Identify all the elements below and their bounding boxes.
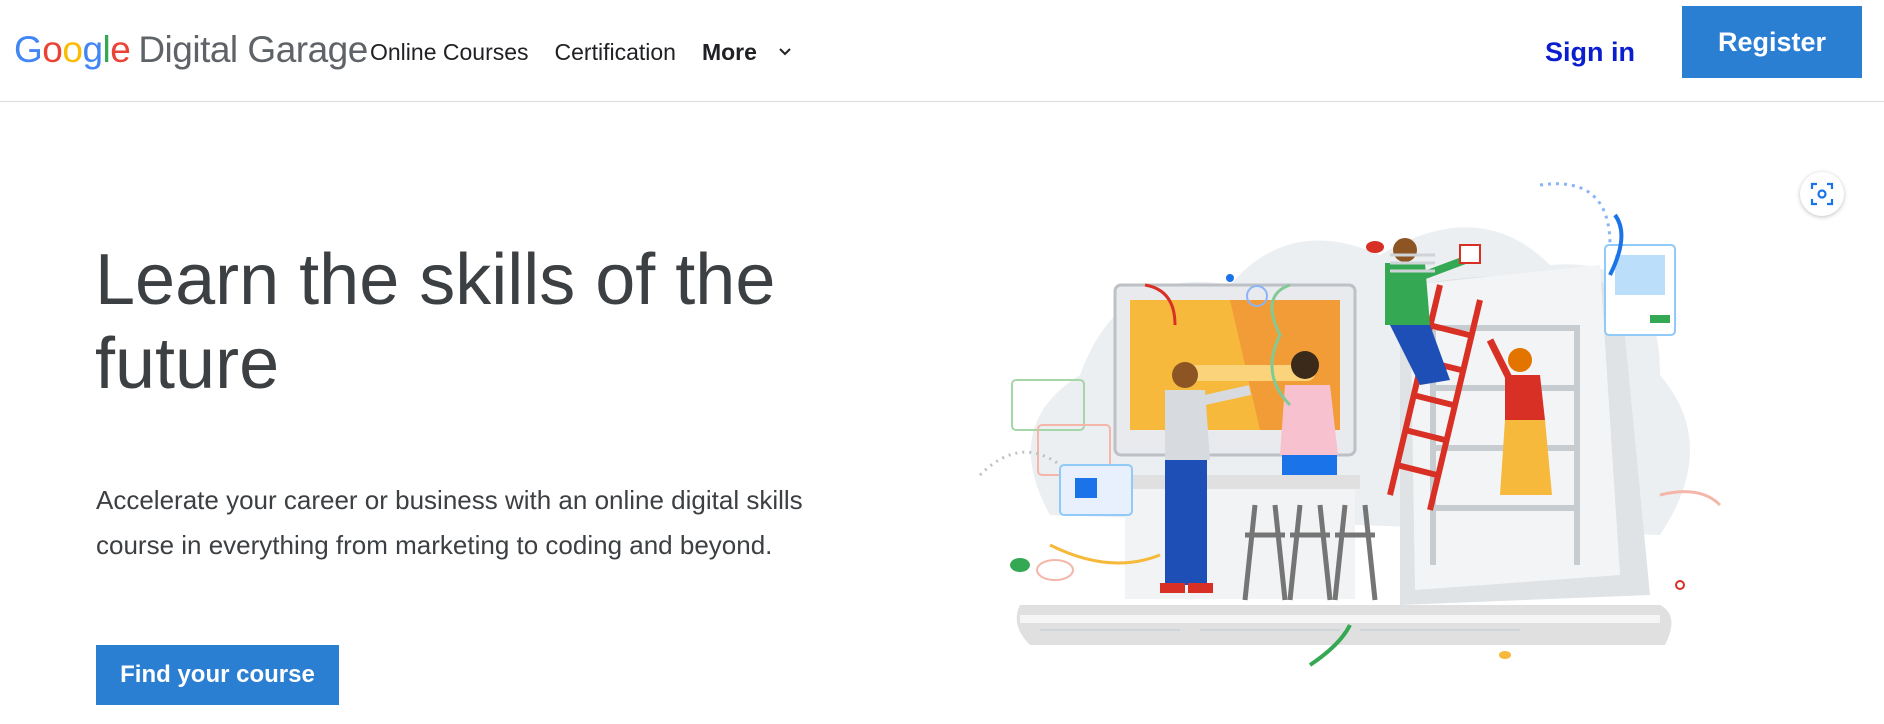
logo-product-name: Digital Garage (138, 29, 368, 70)
nav-online-courses[interactable]: Online Courses (370, 39, 529, 66)
lens-icon (1810, 182, 1834, 206)
logo-letter: o (62, 29, 83, 70)
logo-letter: G (14, 29, 43, 70)
hero-illustration (978, 182, 1722, 667)
logo-letter: o (42, 29, 63, 70)
nav-more-label: More (701, 38, 757, 65)
hero-description: Accelerate your career or business with … (96, 485, 803, 560)
visual-search-button[interactable] (1800, 172, 1844, 216)
logo-letter: g (82, 29, 103, 70)
logo-letter: e (110, 29, 131, 70)
nav-certification[interactable]: Certification (555, 39, 676, 66)
google-digital-garage-logo[interactable]: Google Digital Garage (14, 20, 368, 80)
hero-title: Learn the skills of the future (95, 240, 776, 404)
main-nav: Online Courses Certification More (370, 22, 819, 82)
nav-more-dropdown[interactable]: More (702, 39, 793, 66)
find-your-course-button[interactable]: Find your course (96, 645, 339, 705)
site-header: Google Digital Garage Online Courses Cer… (0, 0, 1884, 102)
logo-letter: l (102, 29, 111, 70)
register-button[interactable]: Register (1682, 6, 1862, 78)
sign-in-link[interactable]: Sign in (1545, 22, 1635, 82)
chevron-down-icon (779, 48, 791, 56)
